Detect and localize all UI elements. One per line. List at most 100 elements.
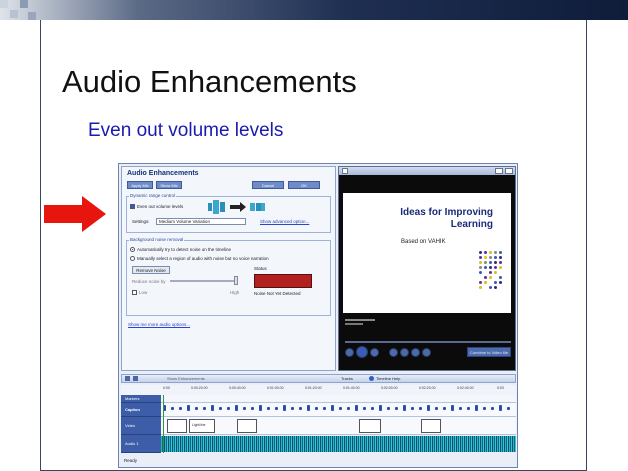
caption-marker[interactable] <box>187 405 190 411</box>
status-value: Noise Not Yet Detected <box>254 291 301 296</box>
caption-marker[interactable] <box>203 407 206 410</box>
ruler-tick: 0:00:40.00 <box>229 386 246 390</box>
caption-marker[interactable] <box>459 407 462 410</box>
close-icon[interactable] <box>505 168 513 174</box>
more-audio-options-link[interactable]: Show me more audio options... <box>128 322 190 327</box>
caption-marker[interactable] <box>267 407 270 410</box>
track-header-caption[interactable]: Caption <box>121 403 161 417</box>
caption-marker[interactable] <box>291 407 294 410</box>
caption-marker[interactable] <box>243 407 246 410</box>
manual-select-radio[interactable] <box>130 256 135 261</box>
timeline-help-link[interactable]: Timeline Help <box>376 376 400 381</box>
video-clip[interactable] <box>421 419 441 433</box>
split-icon[interactable] <box>411 348 420 357</box>
caption-marker[interactable] <box>315 407 318 410</box>
caption-marker[interactable] <box>323 407 326 410</box>
caption-marker[interactable] <box>451 405 454 411</box>
noise-slider-thumb[interactable] <box>234 276 238 285</box>
caption-marker[interactable] <box>435 407 438 410</box>
maximize-icon[interactable] <box>495 168 503 174</box>
show-mix-button[interactable]: Show Mix <box>156 181 182 189</box>
zoom-out-icon[interactable] <box>133 376 138 381</box>
caption-marker[interactable] <box>371 407 374 410</box>
caption-marker[interactable] <box>499 405 502 411</box>
even-out-checkbox[interactable] <box>130 204 135 209</box>
track-header-video[interactable]: Video <box>121 417 161 435</box>
preview-menu-icon[interactable] <box>342 168 348 174</box>
video-clip-labeled[interactable]: Light the <box>189 419 215 433</box>
caption-marker[interactable] <box>363 407 366 410</box>
caption-marker[interactable] <box>419 407 422 410</box>
caption-marker[interactable] <box>475 405 478 411</box>
noise-slider-track[interactable] <box>170 280 238 282</box>
caption-marker[interactable] <box>339 407 342 410</box>
decorative-dot <box>494 251 497 254</box>
caption-marker[interactable] <box>179 407 182 410</box>
caption-marker[interactable] <box>331 405 334 411</box>
caption-marker[interactable] <box>227 407 230 410</box>
tracks-menu[interactable]: Tracks <box>341 376 353 381</box>
play-icon[interactable] <box>356 346 368 358</box>
help-icon[interactable] <box>369 376 374 381</box>
markers-track[interactable] <box>161 395 516 403</box>
remove-noise-button[interactable]: Remove Noise <box>132 266 170 274</box>
decorative-dot <box>484 251 487 254</box>
caption-marker[interactable] <box>347 407 350 410</box>
marker-row <box>163 405 513 413</box>
settings-select[interactable]: Medium Volume Variation <box>156 218 246 225</box>
show-advanced-link[interactable]: Show advanced option... <box>260 219 309 224</box>
caption-marker[interactable] <box>411 407 414 410</box>
show-enhancements-label[interactable]: Show Enhancements <box>167 376 205 381</box>
caption-marker[interactable] <box>235 405 238 411</box>
caption-marker[interactable] <box>171 407 174 410</box>
video-clip[interactable] <box>167 419 187 433</box>
caption-marker[interactable] <box>379 405 382 411</box>
seek-bar[interactable] <box>345 341 511 343</box>
caption-marker[interactable] <box>307 405 310 411</box>
track-header-audio[interactable]: Audio 1 <box>121 435 161 453</box>
caption-marker[interactable] <box>467 407 470 410</box>
stop-icon[interactable] <box>370 348 379 357</box>
noise-removal-label: Background noise removal <box>129 237 185 242</box>
slider-min-label: Low <box>139 290 148 295</box>
audio-waveform[interactable] <box>161 436 516 452</box>
cancel-button[interactable]: Cancel <box>252 181 284 189</box>
combine-video-button[interactable]: Combine to Video file <box>467 347 511 357</box>
apply-mix-button[interactable]: Apply Mix <box>127 181 153 189</box>
caption-marker[interactable] <box>299 407 302 410</box>
caption-marker[interactable] <box>283 405 286 411</box>
caption-marker[interactable] <box>251 407 254 410</box>
caption-marker[interactable] <box>219 407 222 410</box>
ruler-tick: 0:01:00.00 <box>267 386 284 390</box>
video-clip[interactable] <box>237 419 257 433</box>
preview-caption-line <box>345 319 375 321</box>
caption-marker[interactable] <box>395 407 398 410</box>
caption-marker[interactable] <box>259 405 262 411</box>
fullscreen-icon[interactable] <box>422 348 431 357</box>
caption-marker[interactable] <box>427 405 430 411</box>
prev-frame-icon[interactable] <box>389 348 398 357</box>
caption-marker[interactable] <box>195 407 198 410</box>
caption-marker[interactable] <box>443 407 446 410</box>
caption-marker[interactable] <box>491 407 494 410</box>
track-header-markers[interactable]: Markers <box>121 395 161 403</box>
caption-marker[interactable] <box>507 407 510 410</box>
ok-button[interactable]: OK <box>288 181 320 189</box>
caption-marker[interactable] <box>211 405 214 411</box>
video-clip[interactable] <box>359 419 381 433</box>
caption-marker[interactable] <box>355 405 358 411</box>
status-bar: Ready <box>121 456 516 466</box>
caption-marker[interactable] <box>403 405 406 411</box>
caption-marker[interactable] <box>483 407 486 410</box>
caption-marker[interactable] <box>387 407 390 410</box>
next-frame-icon[interactable] <box>400 348 409 357</box>
playhead[interactable] <box>163 395 164 453</box>
auto-detect-radio[interactable] <box>130 247 135 252</box>
slider-min-checkbox[interactable] <box>132 290 137 295</box>
reduction-label: Reduce noise by <box>132 279 166 284</box>
caption-marker[interactable] <box>275 407 278 410</box>
zoom-in-icon[interactable] <box>125 376 130 381</box>
even-out-label: Even out volume levels <box>137 204 184 209</box>
decorative-dot <box>494 281 497 284</box>
rewind-icon[interactable] <box>345 348 354 357</box>
